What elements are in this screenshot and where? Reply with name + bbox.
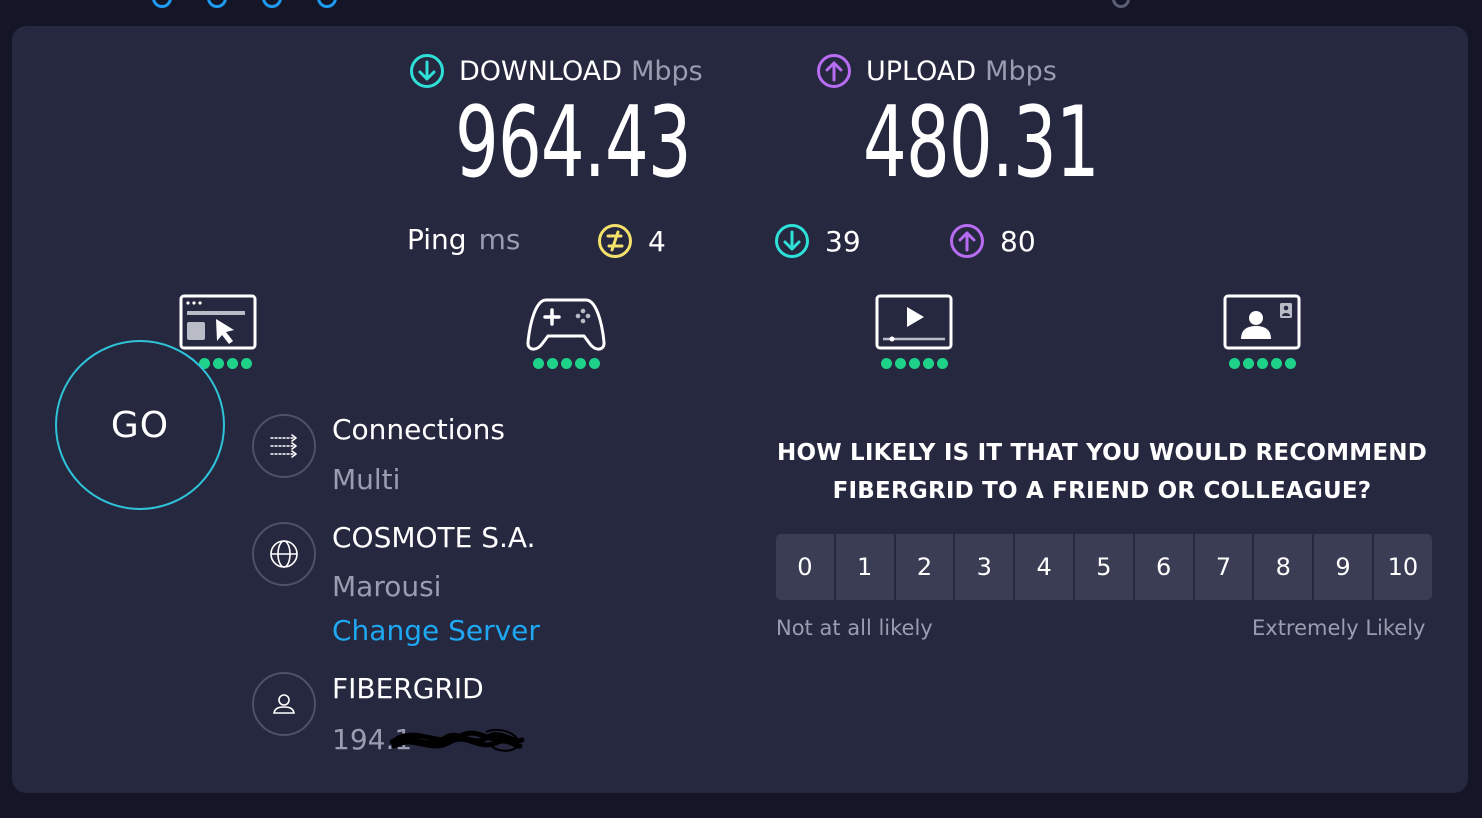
score-4-button[interactable]: 4 (1015, 534, 1073, 600)
survey-question-line-2: FIBERGRID TO A FRIEND OR COLLEAGUE? (832, 478, 1372, 504)
arrow-up-circle-icon (817, 54, 851, 88)
top-strip (0, 0, 1482, 10)
score-7-button[interactable]: 7 (1194, 534, 1253, 600)
upload-header: UPLOAD Mbps (816, 53, 1057, 89)
server-location: Marousi (332, 570, 442, 603)
rating-dots (526, 358, 606, 369)
ping-idle-icon (598, 224, 632, 258)
upload-unit: Mbps (985, 55, 1057, 87)
go-button[interactable]: GO (55, 340, 225, 510)
download-label: DOWNLOAD (459, 55, 623, 87)
ping-idle-value: 4 (648, 224, 666, 258)
arrow-up-circle-icon (950, 224, 984, 258)
download-unit: Mbps (631, 55, 703, 87)
nav-dot-icon[interactable] (152, 0, 172, 8)
arrow-down-circle-icon (410, 54, 444, 88)
survey-question-line-1: HOW LIKELY IS IT THAT YOU WOULD RECOMMEN… (777, 440, 1427, 466)
upload-label: UPLOAD (866, 55, 977, 87)
score-5-button[interactable]: 5 (1074, 534, 1133, 600)
ping-idle: 4 (597, 223, 666, 259)
video-call-icon (1223, 294, 1301, 350)
web-browsing-icon (179, 294, 257, 350)
download-header: DOWNLOAD Mbps (409, 53, 703, 89)
connections-icon (270, 434, 297, 458)
scale-low-label: Not at all likely (776, 616, 933, 640)
top-right-icon[interactable] (1112, 0, 1130, 8)
nav-dot-icon[interactable] (262, 0, 282, 8)
go-button-label: GO (110, 404, 170, 446)
connections-title: Connections (332, 413, 506, 446)
rating-dots (1222, 358, 1302, 369)
ping-label: Ping (407, 223, 467, 256)
redaction-scribble (390, 728, 525, 752)
score-9-button[interactable]: 9 (1314, 534, 1372, 600)
use-case-video-call (1222, 292, 1302, 369)
score-8-button[interactable]: 8 (1254, 534, 1313, 600)
ping-label-group: Ping ms (407, 223, 520, 256)
speedtest-panel: DOWNLOAD Mbps 964.43 UPLOAD Mbps 480.31 … (12, 26, 1468, 793)
rating-dots (874, 358, 954, 369)
gaming-controller-icon (526, 298, 606, 351)
download-value: 964.43 (455, 86, 692, 200)
arrow-down-circle-icon (775, 224, 809, 258)
ping-download-value: 39 (825, 224, 861, 258)
score-1-button[interactable]: 1 (835, 534, 894, 600)
use-case-streaming (874, 292, 954, 369)
ping-upload: 80 (949, 223, 1036, 259)
score-0-button[interactable]: 0 (776, 534, 834, 600)
ping-upload-value: 80 (1000, 224, 1036, 258)
upload-value: 480.31 (863, 86, 1100, 200)
score-3-button[interactable]: 3 (955, 534, 1014, 600)
server-name: COSMOTE S.A. (332, 521, 536, 554)
change-server-link[interactable]: Change Server (332, 614, 540, 647)
ping-download: 39 (774, 223, 861, 259)
globe-icon (270, 540, 298, 568)
connections-icon-wrap (252, 414, 316, 478)
score-10-button[interactable]: 10 (1373, 534, 1432, 600)
recommend-scale: 0 1 2 3 4 5 6 7 8 9 10 (776, 534, 1432, 600)
video-streaming-icon (875, 294, 953, 350)
survey-question: HOW LIKELY IS IT THAT YOU WOULD RECOMMEN… (772, 434, 1432, 510)
connections-value: Multi (332, 463, 401, 496)
provider-icon-wrap (252, 672, 316, 736)
user-icon (273, 694, 295, 714)
provider-name: FIBERGRID (332, 672, 484, 705)
ping-unit: ms (478, 223, 521, 256)
score-2-button[interactable]: 2 (895, 534, 954, 600)
nav-dot-icon[interactable] (207, 0, 227, 8)
server-icon-wrap (252, 522, 316, 586)
use-case-gaming (526, 292, 606, 369)
scale-high-label: Extremely Likely (1252, 616, 1426, 640)
nav-dot-icon[interactable] (317, 0, 337, 8)
score-6-button[interactable]: 6 (1134, 534, 1193, 600)
